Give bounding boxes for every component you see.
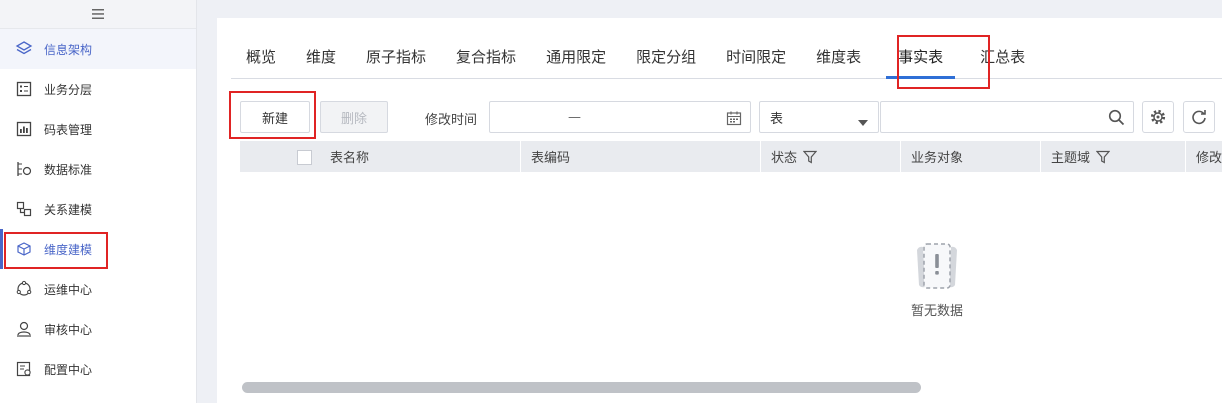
type-select[interactable]: 表 [759, 101, 879, 133]
new-button[interactable]: 新建 [240, 101, 310, 133]
sidebar-item-label: 维度建模 [44, 242, 93, 257]
empty-text: 暂无数据 [910, 304, 963, 319]
column-header-table-code[interactable]: 表编码 [520, 141, 760, 172]
tab-atomic-metric[interactable]: 原子指标 [351, 38, 441, 78]
column-header-table-name[interactable]: 表名称 [320, 141, 520, 172]
tab-dimension[interactable]: 维度 [291, 38, 351, 78]
refresh-button[interactable] [1183, 101, 1215, 133]
sidebar-collapse-button[interactable] [0, 0, 196, 29]
ops-icon [14, 279, 34, 299]
tab-overview[interactable]: 概览 [231, 38, 291, 78]
sidebar-item-label: 信息架构 [44, 42, 93, 57]
tab-fact-table[interactable]: 事实表 [876, 38, 965, 79]
tab-bar: 概览 维度 原子指标 复合指标 通用限定 限定分组 时间限定 维度表 事实表 汇… [231, 38, 1222, 79]
sidebar-item-audit-center[interactable]: 审核中心 [0, 309, 196, 349]
cube-icon [14, 239, 34, 259]
sidebar-item-config-center[interactable]: 配置中心 [0, 349, 196, 389]
modify-time-range-input[interactable]: — [489, 101, 751, 133]
settings-button[interactable] [1142, 101, 1174, 133]
layers-icon [14, 39, 34, 59]
column-label: 表名称 [330, 151, 370, 166]
tab-qualifier-group[interactable]: 限定分组 [621, 38, 711, 78]
sidebar-item-code-table[interactable]: 码表管理 [0, 109, 196, 149]
delete-button[interactable]: 删除 [320, 101, 388, 133]
sidebar-item-dimension-modeling[interactable]: 维度建模 [0, 229, 196, 269]
bar-chart-icon [14, 119, 34, 139]
refresh-icon [1192, 110, 1206, 125]
filter-icon[interactable] [803, 150, 818, 164]
gear-icon [1150, 109, 1166, 125]
sidebar-item-ops-center[interactable]: 运维中心 [0, 269, 196, 309]
tab-composite-metric[interactable]: 复合指标 [441, 38, 531, 78]
filter-icon[interactable] [1096, 150, 1111, 164]
config-icon [14, 359, 34, 379]
hamburger-icon [92, 9, 104, 19]
type-select-value: 表 [770, 111, 784, 127]
column-label: 状态 [771, 151, 798, 166]
sidebar-item-label: 数据标准 [44, 162, 93, 177]
standard-icon [14, 159, 34, 179]
relation-icon [14, 199, 34, 219]
sidebar-item-label: 码表管理 [44, 122, 93, 137]
user-icon [14, 319, 34, 339]
sidebar-item-label: 关系建模 [44, 202, 93, 217]
horizontal-scrollbar[interactable] [242, 382, 921, 393]
column-label: 表编码 [531, 151, 571, 166]
date-separator: — [568, 109, 581, 125]
search-icon[interactable] [1108, 109, 1125, 130]
sidebar-item-label: 业务分层 [44, 82, 93, 97]
main-content: 概览 维度 原子指标 复合指标 通用限定 限定分组 时间限定 维度表 事实表 汇… [217, 18, 1222, 403]
tab-dimension-table[interactable]: 维度表 [801, 38, 876, 78]
calendar-icon [726, 110, 742, 130]
column-header-status[interactable]: 状态 [760, 141, 900, 172]
column-header-modified[interactable]: 修改 [1185, 141, 1222, 172]
column-header-business-object[interactable]: 业务对象 [900, 141, 1040, 172]
caret-down-icon [858, 115, 868, 130]
empty-state: 暂无数据 [902, 240, 972, 319]
column-label: 业务对象 [911, 151, 964, 166]
tab-summary-table[interactable]: 汇总表 [965, 38, 1040, 78]
column-label: 主题域 [1051, 151, 1091, 166]
select-all-checkbox[interactable] [297, 150, 312, 165]
tab-time-qualifier[interactable]: 时间限定 [711, 38, 801, 78]
column-label: 修改 [1196, 151, 1222, 166]
column-header-subject-domain[interactable]: 主题域 [1040, 141, 1185, 172]
sidebar-item-label: 审核中心 [44, 322, 93, 337]
empty-clipboard-icon [917, 243, 957, 289]
sidebar-item-relational-modeling[interactable]: 关系建模 [0, 189, 196, 229]
sidebar: 信息架构 业务分层 码表管理 数据标准 关系建模 维度建模 运维中心 审核中心 … [0, 0, 197, 403]
tab-general-qualifier[interactable]: 通用限定 [531, 38, 621, 78]
sidebar-item-data-standard[interactable]: 数据标准 [0, 149, 196, 189]
modify-time-label: 修改时间 [425, 113, 478, 128]
sidebar-item-label: 配置中心 [44, 362, 93, 377]
sidebar-item-label: 运维中心 [44, 282, 93, 297]
sidebar-item-info-architecture[interactable]: 信息架构 [0, 29, 196, 69]
table-header: 表名称 表编码 状态 业务对象 主题域 修改 [240, 141, 1222, 172]
toolbar: 新建 删除 修改时间 — 表 [240, 101, 1222, 133]
search-input[interactable] [880, 101, 1134, 133]
sidebar-item-business-layer[interactable]: 业务分层 [0, 69, 196, 109]
list-book-icon [14, 79, 34, 99]
